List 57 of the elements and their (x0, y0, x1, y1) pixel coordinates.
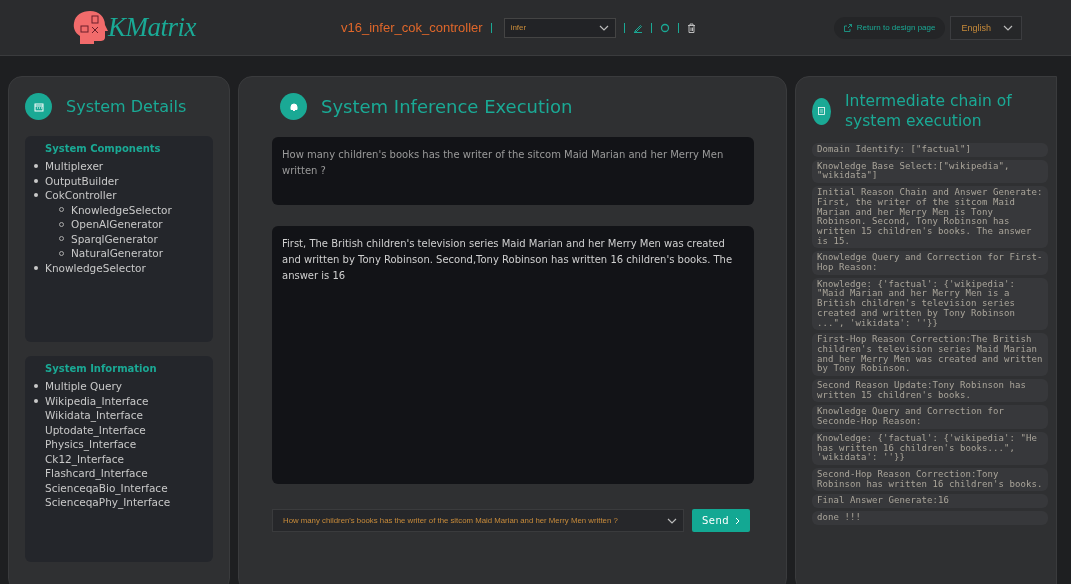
system-name: v16_infer_cok_controller (341, 20, 483, 35)
component-item: SparqlGenerator (71, 231, 158, 246)
component-item: KnowledgeSelector (71, 202, 172, 217)
chain-step: Second-Hop Reason Correction:Tony Robinson has written 16 children's books. (812, 468, 1048, 492)
bullet-icon (34, 265, 38, 270)
component-item: KnowledgeSelector (45, 260, 146, 275)
component-item: Multiplexer (45, 159, 104, 174)
panel-title: System Details (66, 97, 187, 116)
chain-step: Knowledge: {'factual': {'wikipedia': "Maid Marian and her Merry Men is a British children's television series created and written by Tony Robinson ...", 'wikidata': ''}} (812, 277, 1048, 331)
chain-step: Second Reason Update:Tony Robinson has written 15 children's books. (812, 379, 1048, 403)
chevron-right-icon (735, 516, 741, 525)
bullet-icon (34, 193, 38, 198)
chevron-down-icon (667, 517, 677, 524)
bullet-icon (34, 164, 38, 169)
chain-step: Knowledge Query and Correction for First-Hop Reason: (812, 251, 1048, 275)
interface-item: Wikipedia_Interface (45, 393, 149, 408)
interface-item: Wikidata_Interface (45, 408, 143, 423)
answer-box: First, The British children's television series Maid Marian and her Merry Men was created and written by Tony Robinson. Second,Tony Robinson has written 16 children's books. The answer is 16 (272, 226, 754, 484)
circle-icon[interactable] (659, 22, 670, 33)
interface-item: Ck12_Interface (45, 451, 125, 466)
panel-title: System Inference Execution (321, 96, 573, 117)
interface-item: Physics_Interface (45, 437, 137, 452)
bullet-icon (34, 178, 38, 183)
chain-step: Knowledge Query and Correction for Seconde-Hop Reason: (812, 405, 1048, 429)
chain-step: First-Hop Reason Correction:The British children's television series Maid Marian and her Merry Men was created and written by Tony Robinson. (812, 333, 1048, 377)
return-button[interactable]: Return to design page (833, 16, 946, 39)
send-button[interactable]: Send (692, 509, 751, 532)
calendar-icon (25, 93, 52, 120)
chain-step: done !!! (812, 511, 1048, 525)
interface-item: Uptodate_Interface (45, 422, 146, 437)
pencil-icon[interactable] (632, 22, 643, 33)
component-item: NaturalGenerator (71, 246, 164, 261)
question-box[interactable]: How many children's books has the writer of the sitcom Maid Marian and her Merry Men written ? (272, 137, 754, 205)
chain-step: Initial Reason Chain and Answer Generate: First, the writer of the sitcom Maid Marian and her Merry Men is Tony Robinson. Second, Tony Robinson has written 15 children's books. The answer is 15. (812, 186, 1048, 249)
trash-icon[interactable] (686, 22, 696, 33)
chain-step: Domain Identify: ["factual"] (812, 143, 1048, 157)
interface-item: Multiple Query (45, 379, 122, 394)
chevron-down-icon (598, 24, 609, 31)
logo-text: KMatrix (108, 12, 196, 43)
component-item: CokController (45, 188, 117, 203)
chain-step: Knowledge Base Select:["wikipedia", "wikidata"] (812, 159, 1048, 184)
mode-select[interactable]: infer (503, 17, 616, 38)
interface-item: ScienceqaPhy_Interface (45, 495, 171, 510)
card-title: System Components (45, 143, 162, 154)
component-item: OutputBuilder (45, 173, 119, 188)
chain-step: Final Answer Generate:16 (812, 494, 1048, 509)
card-title: System Information (45, 363, 158, 374)
interface-item: ScienceqaBio_Interface (45, 480, 168, 495)
panel-title: Intermediate chain of system execution (845, 91, 1013, 131)
chain-step: Knowledge: {'factual': {'wikipedia': "He has written 16 children's books...", 'wikidata': ''}} (812, 431, 1048, 465)
chevron-down-icon (1003, 24, 1013, 31)
document-icon (812, 97, 831, 125)
language-select[interactable]: English (950, 15, 1022, 40)
bell-icon (280, 93, 307, 120)
interface-item: Flashcard_Interface (45, 466, 148, 481)
component-item: OpenAIGenerator (71, 217, 163, 232)
external-link-icon (843, 23, 852, 32)
